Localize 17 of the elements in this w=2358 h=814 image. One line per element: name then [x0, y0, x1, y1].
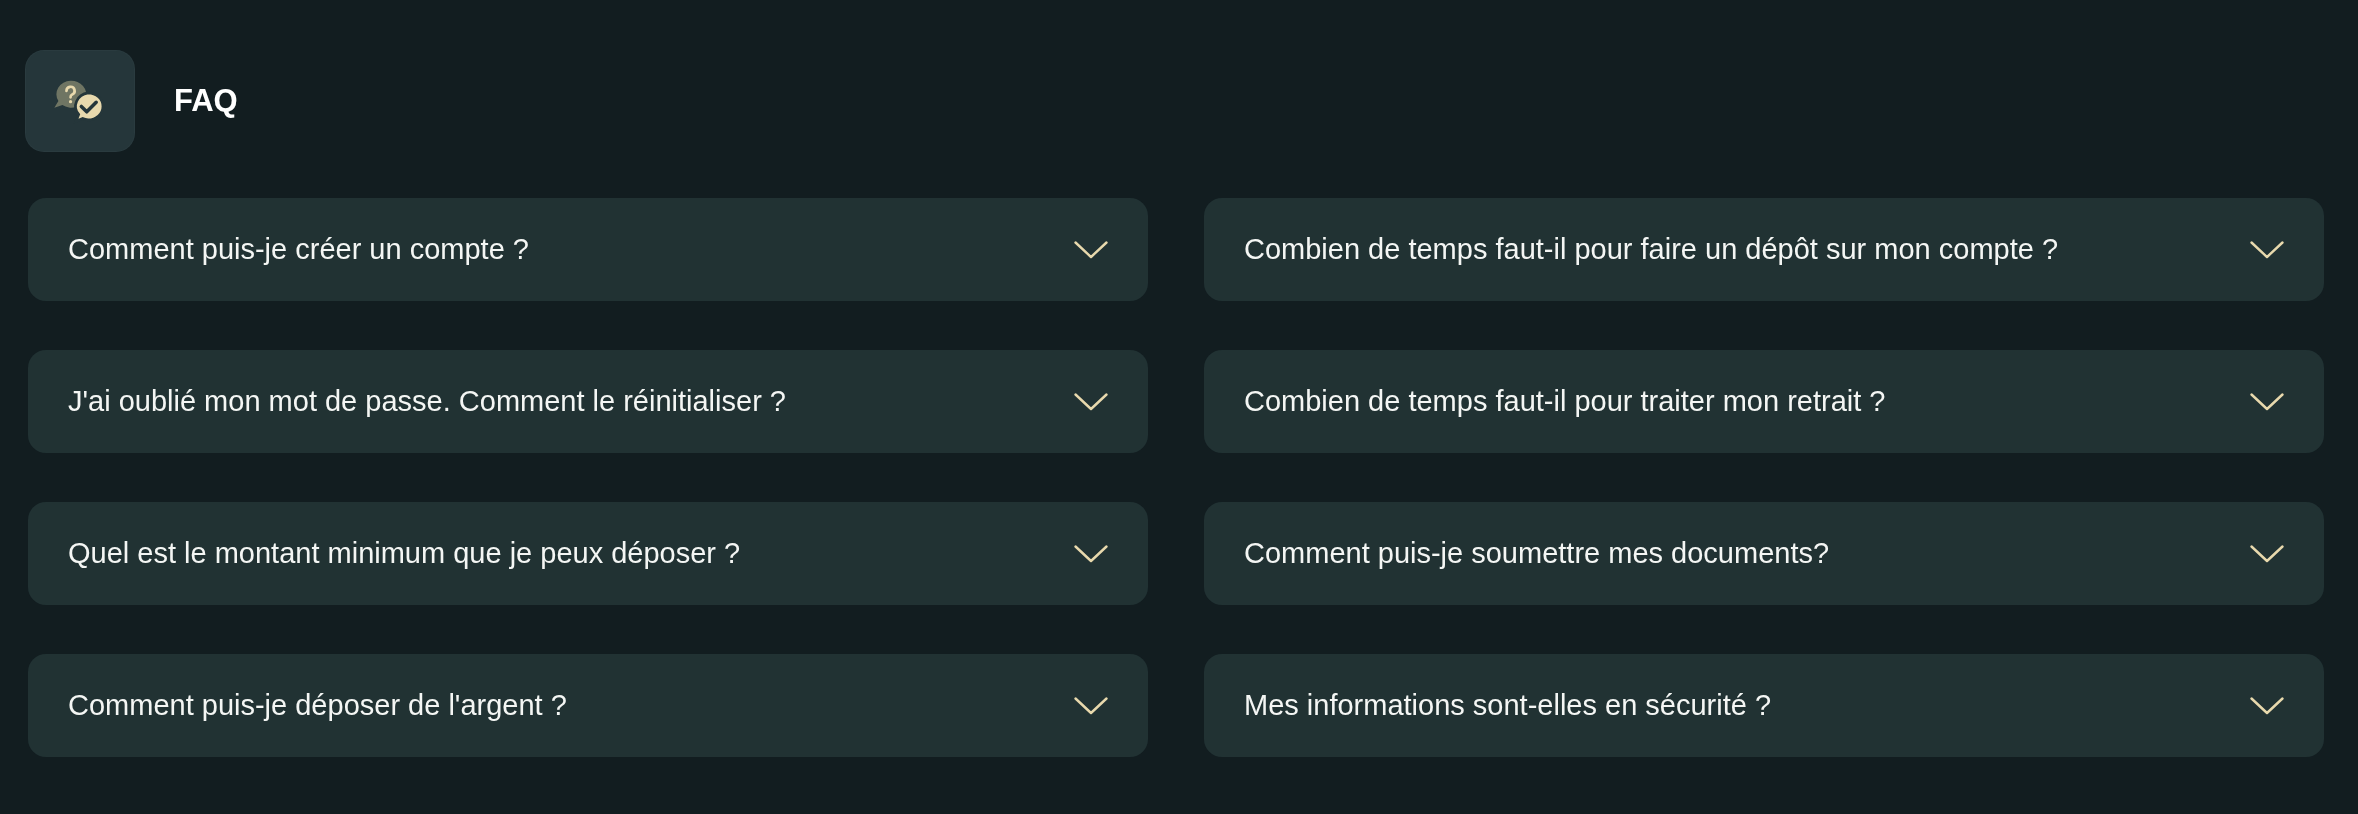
faq-item[interactable]: Comment puis-je déposer de l'argent ?	[28, 654, 1148, 757]
faq-item[interactable]: Comment puis-je soumettre mes documents?	[1204, 502, 2324, 605]
faq-item[interactable]: Mes informations sont-elles en sécurité ?	[1204, 654, 2324, 757]
chevron-down-icon	[2250, 240, 2284, 259]
chevron-down-icon	[2250, 696, 2284, 715]
chevron-down-icon	[1074, 240, 1108, 259]
faq-item[interactable]: Combien de temps faut-il pour faire un dépôt sur mon compte ?	[1204, 198, 2324, 301]
chevron-down-icon	[1074, 392, 1108, 411]
faq-item[interactable]: Comment puis-je créer un compte ?	[28, 198, 1148, 301]
faq-item[interactable]: J'ai oublié mon mot de passe. Comment le réinitialiser ?	[28, 350, 1148, 453]
faq-item[interactable]: Combien de temps faut-il pour traiter mon retrait ?	[1204, 350, 2324, 453]
chevron-down-icon	[2250, 544, 2284, 563]
chevron-down-icon	[1074, 696, 1108, 715]
section-title: FAQ	[174, 83, 238, 119]
chevron-down-icon	[2250, 392, 2284, 411]
chevron-down-icon	[1074, 544, 1108, 563]
faq-item[interactable]: Quel est le montant minimum que je peux déposer ?	[28, 502, 1148, 605]
